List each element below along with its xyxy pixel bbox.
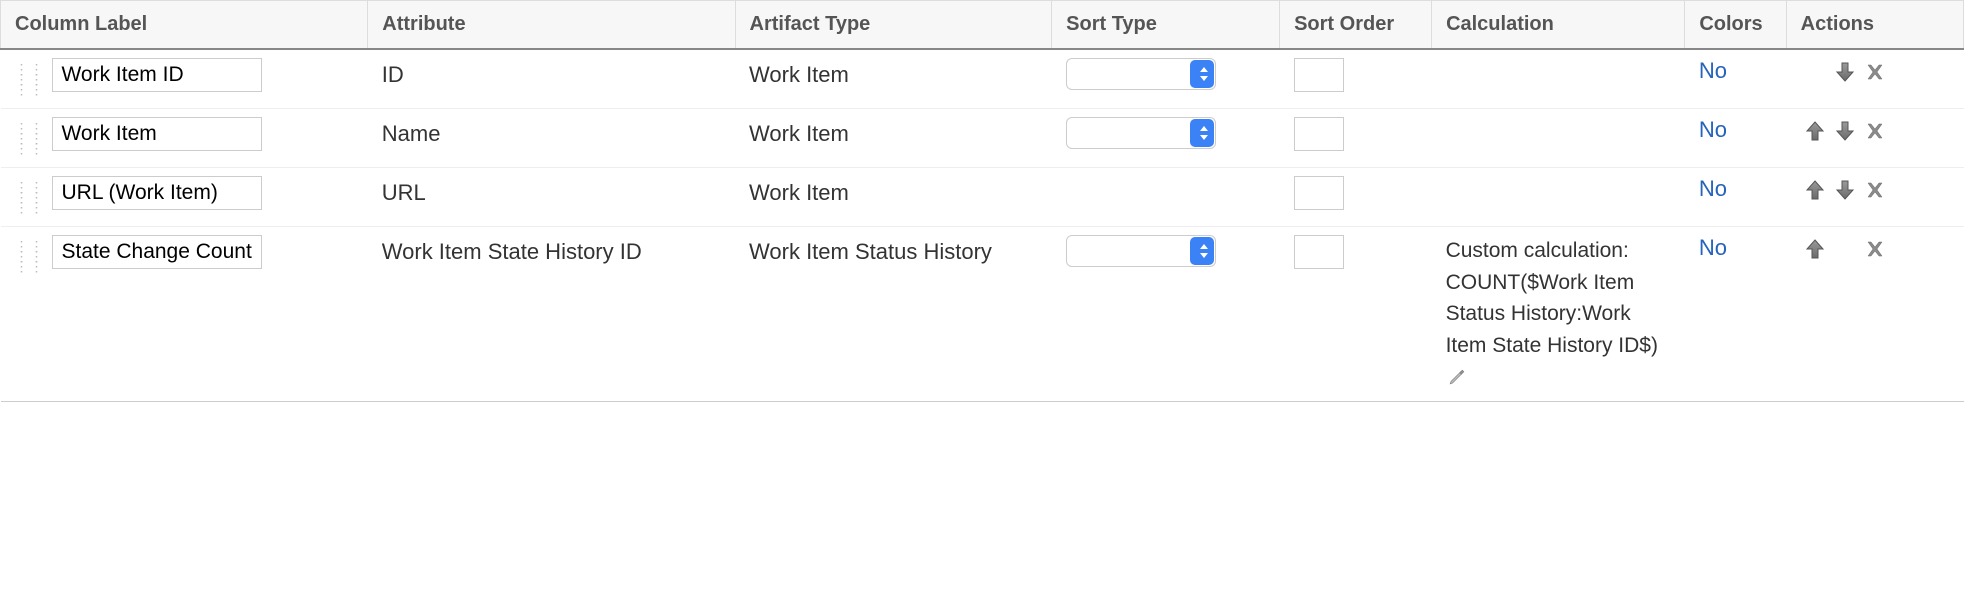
arrow-up-icon[interactable] (1803, 237, 1827, 261)
sort-type-select[interactable] (1066, 117, 1216, 149)
delete-icon[interactable] (1863, 178, 1887, 202)
sort-order-input[interactable] (1294, 235, 1344, 269)
artifact-type-value: Work Item (749, 176, 1038, 209)
sort-order-input[interactable] (1294, 58, 1344, 92)
table-row: ⋮⋮⋮⋮⋮⋮ Name Work Item No (1, 109, 1964, 168)
table-row: ⋮⋮⋮⋮⋮⋮ ID Work Item No (1, 49, 1964, 109)
column-label-input[interactable] (52, 117, 262, 151)
attribute-value: URL (382, 176, 721, 209)
delete-icon[interactable] (1863, 60, 1887, 84)
drag-handle-icon[interactable]: ⋮⋮⋮⋮⋮⋮ (15, 235, 45, 271)
column-label-input[interactable] (52, 58, 262, 92)
header-colors: Colors (1685, 1, 1786, 50)
columns-table: Column Label Attribute Artifact Type Sor… (0, 0, 1964, 402)
sort-type-select[interactable] (1066, 235, 1216, 267)
sort-order-input[interactable] (1294, 176, 1344, 210)
attribute-value: ID (382, 58, 721, 91)
pencil-icon[interactable] (1448, 368, 1466, 386)
artifact-type-value: Work Item Status History (749, 235, 1038, 268)
arrow-up-icon[interactable] (1803, 178, 1827, 202)
artifact-type-value: Work Item (749, 58, 1038, 91)
header-calculation: Calculation (1432, 1, 1685, 50)
attribute-value: Name (382, 117, 721, 150)
sort-type-select[interactable] (1066, 58, 1216, 90)
colors-link[interactable]: No (1699, 176, 1727, 201)
table-row: ⋮⋮⋮⋮⋮⋮ URL Work Item No (1, 168, 1964, 227)
table-header-row: Column Label Attribute Artifact Type Sor… (1, 1, 1964, 50)
header-sort-type: Sort Type (1052, 1, 1280, 50)
header-actions: Actions (1786, 1, 1963, 50)
header-column-label: Column Label (1, 1, 368, 50)
artifact-type-value: Work Item (749, 117, 1038, 150)
colors-link[interactable]: No (1699, 235, 1727, 260)
arrow-down-icon[interactable] (1833, 178, 1857, 202)
column-label-input[interactable] (52, 176, 262, 210)
calculation-text: Custom calculation: COUNT($Work Item Sta… (1446, 239, 1658, 357)
header-attribute: Attribute (368, 1, 735, 50)
header-artifact-type: Artifact Type (735, 1, 1052, 50)
attribute-value: Work Item State History ID (382, 235, 721, 268)
table-row: ⋮⋮⋮⋮⋮⋮ Work Item State History ID Work Ite… (1, 227, 1964, 402)
delete-icon[interactable] (1863, 237, 1887, 261)
arrow-up-icon[interactable] (1803, 119, 1827, 143)
arrow-down-icon[interactable] (1833, 60, 1857, 84)
colors-link[interactable]: No (1699, 58, 1727, 83)
drag-handle-icon[interactable]: ⋮⋮⋮⋮⋮⋮ (15, 117, 45, 153)
delete-icon[interactable] (1863, 119, 1887, 143)
drag-handle-icon[interactable]: ⋮⋮⋮⋮⋮⋮ (15, 58, 45, 94)
header-sort-order: Sort Order (1280, 1, 1432, 50)
sort-order-input[interactable] (1294, 117, 1344, 151)
column-label-input[interactable] (52, 235, 262, 269)
arrow-down-icon[interactable] (1833, 119, 1857, 143)
colors-link[interactable]: No (1699, 117, 1727, 142)
drag-handle-icon[interactable]: ⋮⋮⋮⋮⋮⋮ (15, 176, 45, 212)
